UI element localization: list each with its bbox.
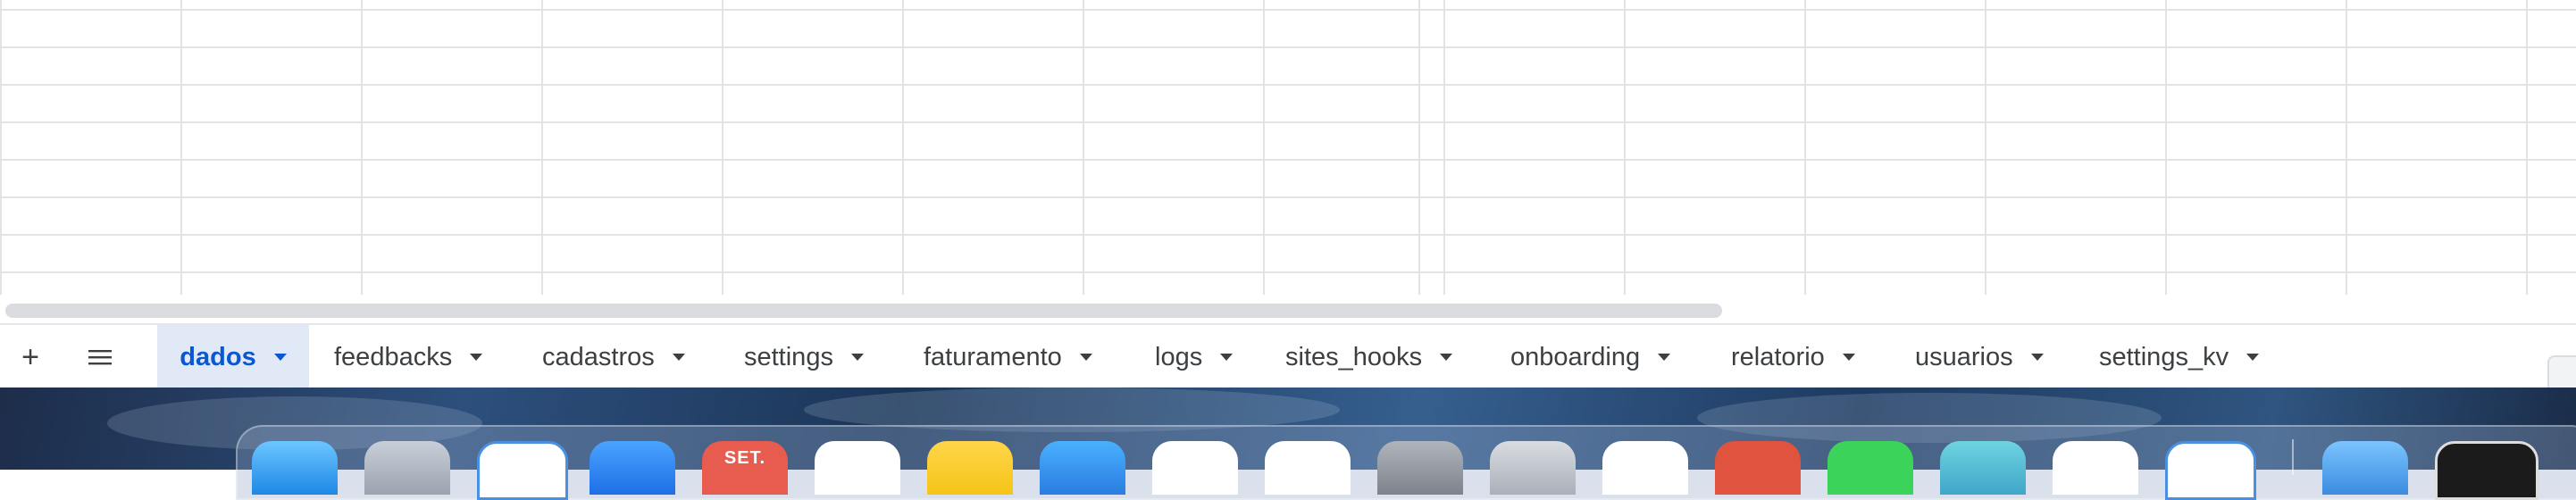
add-sheet-button[interactable]: + <box>5 325 55 389</box>
chevron-down-icon[interactable] <box>2246 354 2260 361</box>
terminal-icon[interactable] <box>1602 441 1688 495</box>
sheet-tab-label: feedbacks <box>334 342 453 371</box>
sheet-tab-label: sites_hooks <box>1285 342 1423 371</box>
tasks-app-icon[interactable] <box>1040 441 1125 495</box>
calendar-icon[interactable]: SET. <box>702 441 788 495</box>
calendar-month-label: SET. <box>723 448 766 468</box>
sheet-tab-label: dados <box>180 342 256 371</box>
chevron-down-icon[interactable] <box>1842 354 1855 361</box>
system-settings-icon[interactable] <box>1377 441 1463 495</box>
mail-icon[interactable] <box>590 441 675 495</box>
safari-icon[interactable] <box>477 441 568 500</box>
sheet-tab-feedbacks[interactable]: feedbacks <box>334 325 483 389</box>
numbers-icon[interactable] <box>1265 441 1351 495</box>
sheet-tab-label: settings_kv <box>2099 342 2229 371</box>
dock-separator <box>2292 439 2294 475</box>
safari-alt-icon[interactable] <box>2165 441 2256 500</box>
folder-icon[interactable] <box>2322 441 2408 495</box>
sheet-tab-logs[interactable]: logs <box>1155 325 1234 389</box>
sheet-tab-label: onboarding <box>1510 342 1641 371</box>
app-icon[interactable] <box>1940 441 2026 495</box>
sheet-tab-dados[interactable]: dados <box>157 325 309 389</box>
reminders-icon[interactable] <box>815 441 900 495</box>
sheet-tab-label: usuarios <box>1915 342 2013 371</box>
screenshot-icon[interactable] <box>2435 441 2538 500</box>
sheet-tab-label: faturamento <box>924 342 1062 371</box>
column-divider <box>1418 0 1420 300</box>
chevron-down-icon[interactable] <box>2030 354 2044 361</box>
spreadsheet-grid[interactable] <box>0 0 2576 300</box>
sheet-tab-usuarios[interactable]: usuarios <box>1915 325 2044 389</box>
sheet-tab-label: settings <box>744 342 833 371</box>
sheet-tab-sites-hooks[interactable]: sites_hooks <box>1285 325 1453 389</box>
word-icon[interactable] <box>2053 441 2138 495</box>
sheet-tab-label: logs <box>1155 342 1203 371</box>
notes-icon[interactable] <box>927 441 1013 495</box>
chevron-down-icon[interactable] <box>1440 354 1453 361</box>
launchpad-icon[interactable] <box>364 441 450 495</box>
sheet-tab-faturamento[interactable]: faturamento <box>924 325 1092 389</box>
chevron-down-icon[interactable] <box>1220 354 1234 361</box>
plus-icon: + <box>21 339 39 374</box>
chevron-down-icon[interactable] <box>1079 354 1092 361</box>
iphone-mirroring-icon[interactable] <box>1490 441 1576 495</box>
chevron-down-icon[interactable] <box>672 354 685 361</box>
hamburger-menu-icon <box>88 350 112 365</box>
finder-icon[interactable] <box>252 441 338 495</box>
horizontal-scrollbar[interactable] <box>0 295 2576 323</box>
sheet-tab-settings[interactable]: settings <box>744 325 864 389</box>
chevron-down-icon[interactable] <box>1658 354 1671 361</box>
sheet-tab-relatorio[interactable]: relatorio <box>1731 325 1855 389</box>
sheet-tab-label: cadastros <box>542 342 655 371</box>
keynote-icon[interactable] <box>1152 441 1238 495</box>
sheet-tab-label: relatorio <box>1731 342 1825 371</box>
all-sheets-button[interactable] <box>75 325 125 389</box>
sheet-tab-cadastros[interactable]: cadastros <box>542 325 685 389</box>
sheet-tab-onboarding[interactable]: onboarding <box>1510 325 1671 389</box>
chevron-down-icon[interactable] <box>850 354 864 361</box>
sheet-tab-settings-kv[interactable]: settings_kv <box>2099 325 2260 389</box>
chevron-down-icon[interactable] <box>470 354 483 361</box>
horizontal-scrollbar-thumb[interactable] <box>5 304 1722 318</box>
chrome-icon[interactable] <box>1715 441 1801 495</box>
sheet-tab-bar: + dados feedbacks cadastros settings fat… <box>0 323 2576 404</box>
whatsapp-icon[interactable] <box>1827 441 1913 495</box>
chevron-down-icon[interactable] <box>273 354 287 361</box>
